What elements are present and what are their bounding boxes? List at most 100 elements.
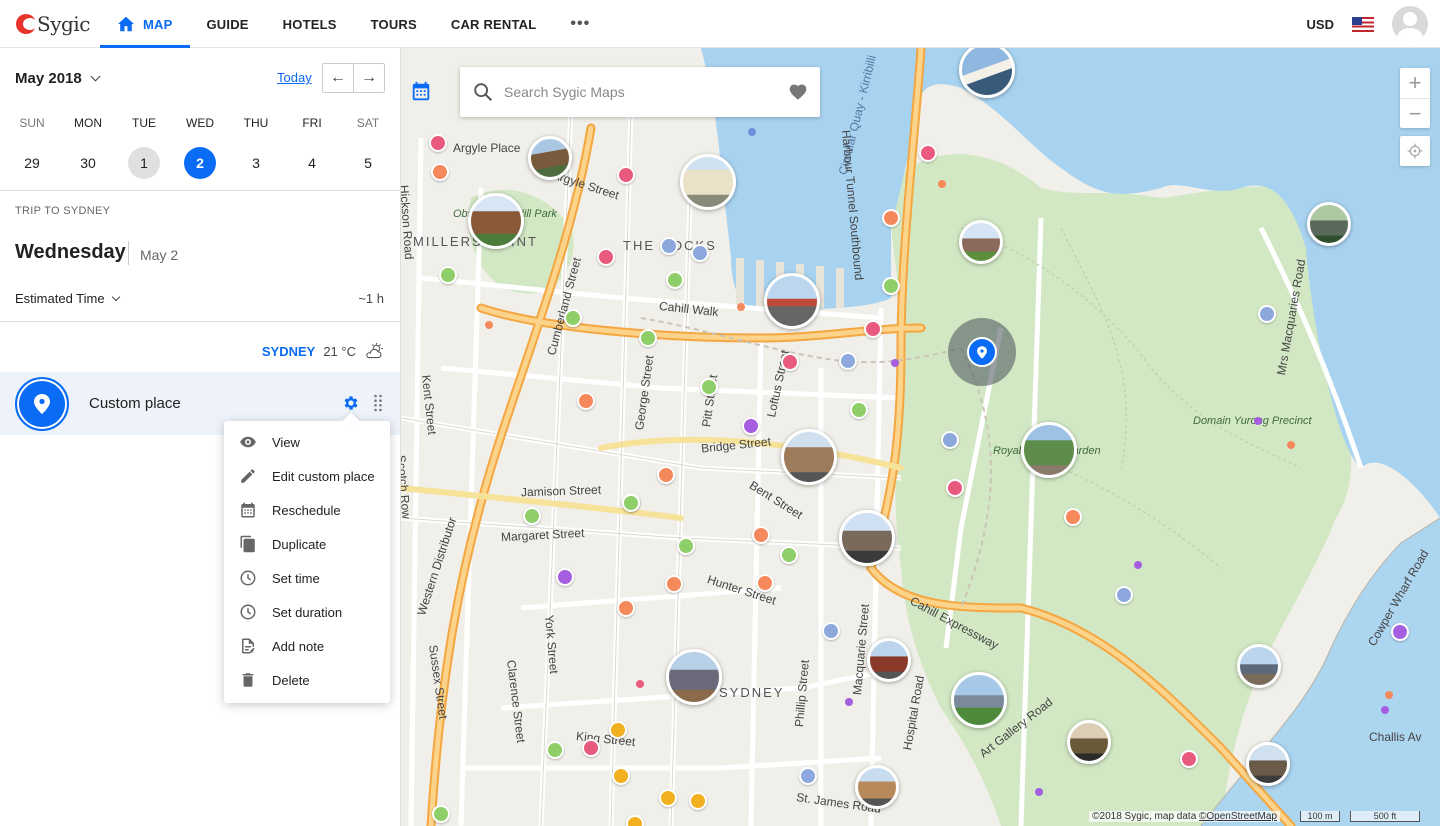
nav-guide[interactable]: GUIDE (190, 0, 266, 48)
photo-marker[interactable] (666, 649, 722, 705)
search-input[interactable] (504, 84, 774, 100)
us-flag-icon[interactable] (1352, 16, 1374, 32)
sight-poi-icon[interactable] (617, 166, 635, 184)
hotel-poi-icon[interactable] (439, 266, 457, 284)
photo-marker[interactable] (680, 154, 736, 210)
hotel-poi-icon[interactable] (666, 271, 684, 289)
day-number[interactable]: 4 (296, 147, 328, 179)
museum-poi-icon[interactable] (1258, 305, 1276, 323)
restaurant-poi-icon[interactable] (752, 526, 770, 544)
hotel-poi-icon[interactable] (639, 329, 657, 347)
nightlife-poi-icon[interactable] (742, 417, 760, 435)
favorites-heart-icon[interactable] (788, 82, 808, 102)
menu-item-view[interactable]: View (224, 425, 390, 459)
map-view[interactable]: Argyle Place Argyle Street Observatory H… (401, 48, 1440, 826)
day-number[interactable]: 30 (72, 147, 104, 179)
photo-marker[interactable] (1067, 720, 1111, 764)
photo-marker[interactable] (528, 136, 572, 180)
photo-marker[interactable] (764, 273, 820, 329)
photo-marker[interactable] (781, 429, 837, 485)
locate-me-button[interactable] (1400, 136, 1430, 166)
custom-place-map-pin[interactable] (967, 337, 997, 367)
menu-item-add-note[interactable]: Add note (224, 629, 390, 663)
drag-handle-icon[interactable] (373, 394, 383, 412)
menu-item-set-duration[interactable]: Set duration (224, 595, 390, 629)
sight-poi-icon[interactable] (582, 739, 600, 757)
day-number[interactable]: 5 (352, 147, 384, 179)
city-link[interactable]: SYDNEY (262, 344, 315, 359)
photo-marker[interactable] (1237, 644, 1281, 688)
sight-poi-icon[interactable] (781, 353, 799, 371)
day-number[interactable]: 29 (16, 147, 48, 179)
museum-poi-icon[interactable] (799, 767, 817, 785)
photo-marker[interactable] (959, 220, 1003, 264)
nav-hotels[interactable]: HOTELS (266, 0, 354, 48)
photo-marker[interactable] (855, 765, 899, 809)
day-number-today[interactable]: 1 (128, 147, 160, 179)
sight-poi-icon[interactable] (429, 134, 447, 152)
museum-poi-icon[interactable] (691, 244, 709, 262)
photo-marker[interactable] (839, 510, 895, 566)
zoom-out-button[interactable]: − (1400, 98, 1430, 128)
zoom-in-button[interactable]: + (1400, 68, 1430, 98)
museum-poi-icon[interactable] (822, 622, 840, 640)
nav-map[interactable]: MAP (100, 0, 190, 48)
museum-poi-icon[interactable] (839, 352, 857, 370)
photo-marker[interactable] (951, 672, 1007, 728)
nightlife-poi-icon[interactable] (556, 568, 574, 586)
hotel-poi-icon[interactable] (564, 309, 582, 327)
restaurant-poi-icon[interactable] (577, 392, 595, 410)
estimated-time-dropdown[interactable]: Estimated Time (15, 291, 120, 306)
restaurant-poi-icon[interactable] (665, 575, 683, 593)
calendar-toggle-icon[interactable] (410, 81, 432, 103)
hotel-poi-icon[interactable] (546, 741, 564, 759)
hotel-poi-icon[interactable] (523, 507, 541, 525)
restaurant-poi-icon[interactable] (617, 599, 635, 617)
hotel-poi-icon[interactable] (677, 537, 695, 555)
restaurant-poi-icon[interactable] (1064, 508, 1082, 526)
shopping-poi-icon[interactable] (659, 789, 677, 807)
shopping-poi-icon[interactable] (626, 815, 644, 826)
hotel-poi-icon[interactable] (780, 546, 798, 564)
menu-item-edit[interactable]: Edit custom place (224, 459, 390, 493)
shopping-poi-icon[interactable] (689, 792, 707, 810)
sight-poi-icon[interactable] (864, 320, 882, 338)
photo-marker[interactable] (1307, 202, 1351, 246)
sight-poi-icon[interactable] (946, 479, 964, 497)
gear-icon[interactable] (342, 394, 360, 412)
menu-item-duplicate[interactable]: Duplicate (224, 527, 390, 561)
restaurant-poi-icon[interactable] (756, 574, 774, 592)
sight-poi-icon[interactable] (1180, 750, 1198, 768)
restaurant-poi-icon[interactable] (657, 466, 675, 484)
month-selector[interactable]: May 2018 (15, 70, 101, 87)
day-number-selected[interactable]: 2 (184, 147, 216, 179)
museum-poi-icon[interactable] (660, 237, 678, 255)
next-week-button[interactable]: → (353, 63, 385, 93)
shopping-poi-icon[interactable] (609, 721, 627, 739)
osm-link[interactable]: ©OpenStreetMap (1199, 811, 1277, 822)
menu-item-set-time[interactable]: Set time (224, 561, 390, 595)
restaurant-poi-icon[interactable] (882, 209, 900, 227)
park-poi-icon[interactable] (622, 494, 640, 512)
hotel-poi-icon[interactable] (882, 277, 900, 295)
photo-marker[interactable] (867, 638, 911, 682)
photo-marker[interactable] (1021, 422, 1077, 478)
nav-tours[interactable]: TOURS (354, 0, 434, 48)
sight-poi-icon[interactable] (597, 248, 615, 266)
hotel-poi-icon[interactable] (850, 401, 868, 419)
sight-poi-icon[interactable] (919, 144, 937, 162)
currency-selector[interactable]: USD (1307, 17, 1334, 32)
photo-marker[interactable] (1246, 742, 1290, 786)
menu-item-reschedule[interactable]: Reschedule (224, 493, 390, 527)
sygic-logo[interactable]: Sygic (16, 12, 90, 36)
shopping-poi-icon[interactable] (612, 767, 630, 785)
more-menu-icon[interactable]: ••• (553, 0, 607, 48)
hotel-poi-icon[interactable] (700, 378, 718, 396)
museum-poi-icon[interactable] (1115, 586, 1133, 604)
photo-marker[interactable] (468, 193, 524, 249)
prev-week-button[interactable]: ← (322, 63, 354, 93)
restaurant-poi-icon[interactable] (431, 163, 449, 181)
user-avatar[interactable] (1392, 6, 1428, 42)
menu-item-delete[interactable]: Delete (224, 663, 390, 697)
day-number[interactable]: 3 (240, 147, 272, 179)
